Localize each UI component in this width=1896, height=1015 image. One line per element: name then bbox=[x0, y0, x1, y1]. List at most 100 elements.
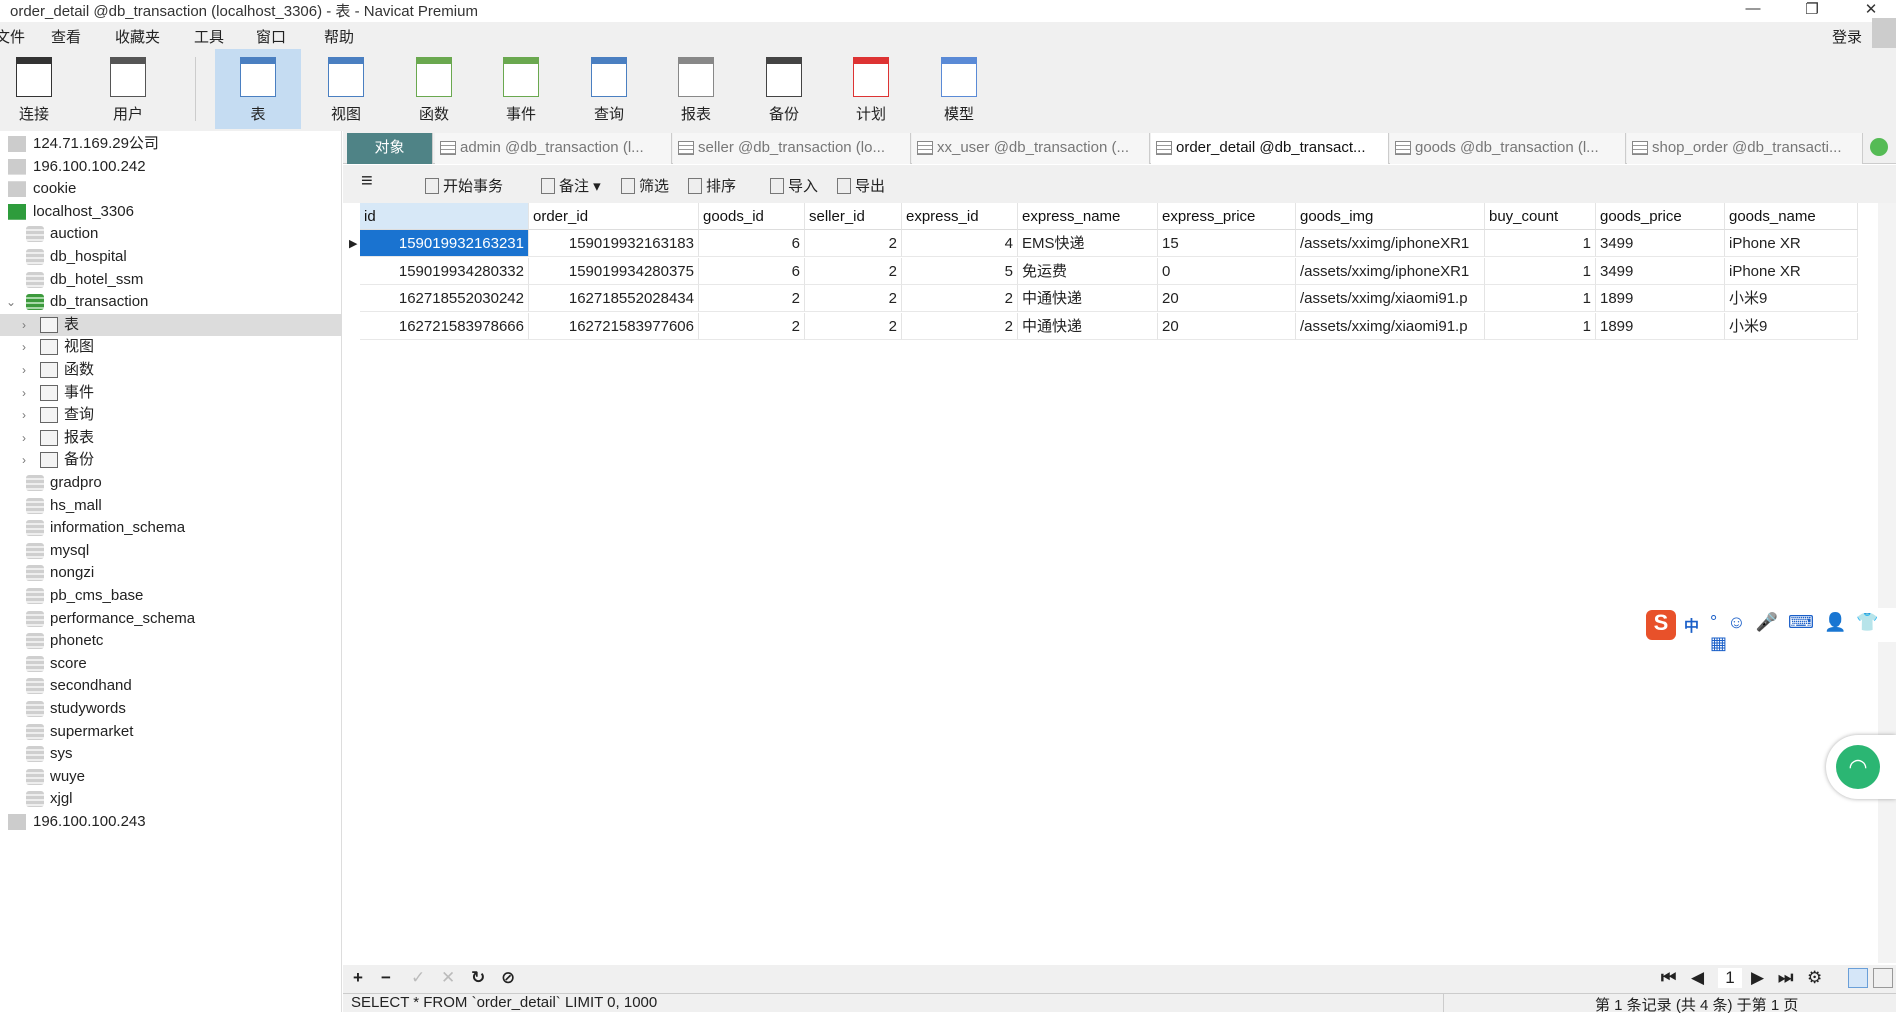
toolbar-report-button[interactable]: 报表 bbox=[653, 49, 739, 129]
menu-favorites[interactable]: 收藏夹 bbox=[115, 26, 160, 47]
filter-button[interactable]: 筛选 bbox=[621, 175, 669, 196]
settings-icon[interactable]: ⚙ bbox=[1807, 968, 1822, 988]
note-button[interactable]: 备注 ▾ bbox=[541, 175, 601, 196]
cell-buy-count[interactable]: 1 bbox=[1485, 285, 1596, 312]
cell-express-price[interactable]: 20 bbox=[1158, 285, 1296, 312]
export-button[interactable]: 导出 bbox=[837, 175, 885, 196]
tree-item-performance-schema[interactable]: performance_schema bbox=[0, 608, 342, 630]
cell-express-id[interactable]: 2 bbox=[902, 312, 1018, 340]
tree-item-196-100-100-243[interactable]: 196.100.100.243 bbox=[0, 811, 342, 833]
tree-item-gradpro[interactable]: gradpro bbox=[0, 472, 342, 494]
cell-goods-id[interactable]: 2 bbox=[699, 285, 805, 312]
tab-table[interactable]: seller @db_transaction (lo... bbox=[673, 133, 911, 164]
cell-express-name[interactable]: 中通快递 bbox=[1018, 285, 1158, 312]
cell-express-id[interactable]: 4 bbox=[902, 230, 1018, 257]
add-record-button[interactable]: + bbox=[353, 968, 363, 988]
cell-express-name[interactable]: EMS快递 bbox=[1018, 230, 1158, 257]
column-header-express-name[interactable]: express_name bbox=[1018, 203, 1158, 230]
cell-goods-img[interactable]: /assets/xximg/xiaomi91.p bbox=[1296, 285, 1485, 312]
cell-goods-name[interactable]: iPhone XR bbox=[1725, 230, 1858, 257]
cell-goods-id[interactable]: 2 bbox=[699, 312, 805, 340]
tab-table[interactable]: goods @db_transaction (l... bbox=[1390, 133, 1626, 164]
column-header-buy-count[interactable]: buy_count bbox=[1485, 203, 1596, 230]
toolbar-user-button[interactable]: 用户 bbox=[85, 49, 171, 129]
cell-goods-price[interactable]: 3499 bbox=[1596, 230, 1725, 257]
column-header-express-id[interactable]: express_id bbox=[902, 203, 1018, 230]
tree-item-cookie[interactable]: cookie bbox=[0, 178, 342, 200]
toolbar-backup-button[interactable]: 备份 bbox=[741, 49, 827, 129]
tree-item-xjgl[interactable]: xjgl bbox=[0, 788, 342, 810]
chevron-right-icon[interactable]: › bbox=[22, 449, 26, 471]
cell-id[interactable]: 162721583978666 bbox=[360, 312, 529, 340]
column-header-goods-price[interactable]: goods_price bbox=[1596, 203, 1725, 230]
avatar-icon[interactable] bbox=[1872, 18, 1896, 48]
tab-table[interactable]: shop_order @db_transacti... bbox=[1627, 133, 1863, 164]
menu-icon[interactable]: ≡ bbox=[361, 170, 373, 193]
chevron-right-icon[interactable]: › bbox=[22, 382, 26, 404]
chevron-down-icon[interactable]: ⌄ bbox=[6, 291, 16, 313]
cell-buy-count[interactable]: 1 bbox=[1485, 312, 1596, 340]
menu-file[interactable]: 文件 bbox=[0, 26, 25, 47]
tree-item-phonetc[interactable]: phonetc bbox=[0, 630, 342, 652]
tree-item-hs-mall[interactable]: hs_mall bbox=[0, 495, 342, 517]
tab-table[interactable]: admin @db_transaction (l... bbox=[435, 133, 672, 164]
wifi-widget[interactable]: ◠ bbox=[1826, 735, 1896, 799]
column-header-goods-img[interactable]: goods_img bbox=[1296, 203, 1485, 230]
new-tab-icon[interactable] bbox=[1870, 138, 1888, 156]
tree-item--[interactable]: › 事件 bbox=[0, 382, 342, 404]
toolbar-schedule-button[interactable]: 计划 bbox=[828, 49, 914, 129]
tree-item-score[interactable]: score bbox=[0, 653, 342, 675]
cell-goods-name[interactable]: 小米9 bbox=[1725, 285, 1858, 312]
chevron-right-icon[interactable]: › bbox=[22, 314, 26, 336]
close-button[interactable]: ✕ bbox=[1851, 0, 1891, 20]
tree-item-db-hotel-ssm[interactable]: db_hotel_ssm bbox=[0, 269, 342, 291]
chevron-right-icon[interactable]: › bbox=[22, 359, 26, 381]
chevron-right-icon[interactable]: › bbox=[22, 427, 26, 449]
cell-goods-price[interactable]: 1899 bbox=[1596, 285, 1725, 312]
cell-goods-img[interactable]: /assets/xximg/xiaomi91.p bbox=[1296, 312, 1485, 340]
ime-tool-icons[interactable]: °☺🎤⌨👤👕▦ bbox=[1710, 612, 1896, 654]
column-header-goods-id[interactable]: goods_id bbox=[699, 203, 805, 230]
column-header-goods-name[interactable]: goods_name bbox=[1725, 203, 1858, 230]
begin-transaction-button[interactable]: 开始事务 bbox=[425, 175, 503, 196]
tree-item-supermarket[interactable]: supermarket bbox=[0, 721, 342, 743]
column-header-seller-id[interactable]: seller_id bbox=[805, 203, 902, 230]
cell-goods-id[interactable]: 6 bbox=[699, 257, 805, 285]
menu-help[interactable]: 帮助 bbox=[324, 26, 354, 47]
column-header-order-id[interactable]: order_id bbox=[529, 203, 699, 230]
tree-item-auction[interactable]: auction bbox=[0, 223, 342, 245]
sort-button[interactable]: 排序 bbox=[688, 175, 736, 196]
menu-window[interactable]: 窗口 bbox=[256, 26, 286, 47]
discard-button[interactable]: ✕ bbox=[441, 968, 455, 988]
toolbar-connection-button[interactable]: 连接 bbox=[0, 49, 77, 129]
column-header-express-price[interactable]: express_price bbox=[1158, 203, 1296, 230]
toolbar-event-button[interactable]: 事件 bbox=[478, 49, 564, 129]
tree-item-studywords[interactable]: studywords bbox=[0, 698, 342, 720]
tree-item-localhost-3306[interactable]: localhost_3306 bbox=[0, 201, 342, 223]
cell-goods-name[interactable]: 小米9 bbox=[1725, 312, 1858, 340]
toolbar-view-button[interactable]: 视图 bbox=[303, 49, 389, 129]
prev-page-icon[interactable]: ◀ bbox=[1691, 968, 1704, 988]
tree-item-mysql[interactable]: mysql bbox=[0, 540, 342, 562]
menu-tools[interactable]: 工具 bbox=[194, 26, 224, 47]
ime-lang[interactable]: 中 bbox=[1684, 615, 1699, 636]
tree-item--[interactable]: › 函数 bbox=[0, 359, 342, 381]
cell-buy-count[interactable]: 1 bbox=[1485, 230, 1596, 257]
import-button[interactable]: 导入 bbox=[770, 175, 818, 196]
chevron-right-icon[interactable]: › bbox=[22, 404, 26, 426]
tree-item--[interactable]: › 视图 bbox=[0, 336, 342, 358]
cell-order-id[interactable]: 162718552028434 bbox=[529, 285, 699, 312]
cell-goods-img[interactable]: /assets/xximg/iphoneXR1 bbox=[1296, 230, 1485, 257]
cell-express-id[interactable]: 2 bbox=[902, 285, 1018, 312]
tree-item--[interactable]: › 查询 bbox=[0, 404, 342, 426]
cell-id[interactable]: 162718552030242 bbox=[360, 285, 529, 312]
cell-seller-id[interactable]: 2 bbox=[805, 230, 902, 257]
tree-item-db-transaction[interactable]: ⌄ db_transaction bbox=[0, 291, 342, 313]
form-view-icon[interactable] bbox=[1873, 968, 1893, 988]
login-link[interactable]: 登录 bbox=[1832, 26, 1862, 47]
tree-item-information-schema[interactable]: information_schema bbox=[0, 517, 342, 539]
chevron-right-icon[interactable]: › bbox=[22, 336, 26, 358]
tree-item-sys[interactable]: sys bbox=[0, 743, 342, 765]
cell-order-id[interactable]: 159019932163183 bbox=[529, 230, 699, 257]
tab-objects[interactable]: 对象 bbox=[347, 133, 433, 164]
